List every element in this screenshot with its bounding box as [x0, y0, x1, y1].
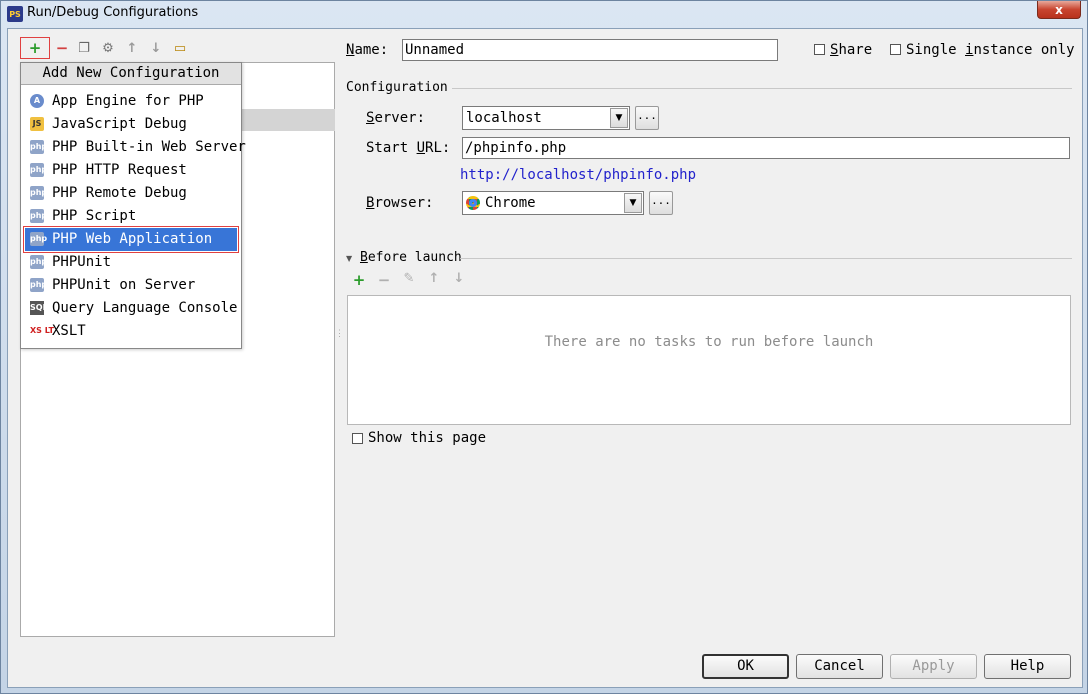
menu-item-php-web-application[interactable]: php PHP Web Application — [23, 226, 239, 253]
dialog-window: PS Run/Debug Configurations x + − ❐ ⚙ ↑ … — [0, 0, 1088, 694]
menu-item-label: PHP Script — [52, 208, 137, 224]
before-launch-task-list[interactable]: There are no tasks to run before launch — [347, 295, 1071, 425]
menu-item-label: PHPUnit — [52, 254, 112, 270]
menu-item-php-http-request[interactable]: php PHP HTTP Request — [25, 159, 237, 182]
menu-item-label: PHP HTTP Request — [52, 162, 187, 178]
server-combo[interactable]: localhost ▼ — [462, 106, 630, 130]
name-field[interactable]: Unnamed — [402, 39, 778, 61]
php-web-app-icon: php — [30, 232, 47, 246]
tree-selected-row[interactable] — [241, 109, 335, 131]
browser-combo[interactable]: Chrome ▼ — [462, 191, 644, 215]
php-script-icon: php — [30, 209, 47, 223]
chevron-down-icon[interactable]: ▼ — [610, 108, 628, 128]
browser-value: Chrome — [485, 195, 536, 211]
arrow-down-icon[interactable]: ↓ — [450, 271, 468, 286]
title-bar: PS Run/Debug Configurations x — [1, 1, 1087, 27]
php-http-icon: php — [30, 163, 47, 177]
browser-label: Browser: — [366, 195, 434, 211]
php-icon: php — [30, 140, 47, 154]
server-more-button[interactable]: ... — [635, 106, 659, 130]
menu-item-label: App Engine for PHP — [52, 93, 204, 109]
single-instance-checkbox[interactable] — [890, 44, 901, 55]
add-task-button[interactable]: + — [350, 271, 368, 289]
server-value: localhost — [466, 110, 542, 126]
share-checkbox[interactable] — [814, 44, 825, 55]
chevron-down-icon[interactable]: ▼ — [346, 254, 352, 263]
menu-item-php-builtin-server[interactable]: php PHP Built-in Web Server — [25, 136, 246, 159]
add-configuration-button[interactable]: + — [20, 37, 50, 59]
show-page-label[interactable]: Show this page — [368, 430, 486, 446]
start-url-field[interactable]: /phpinfo.php — [462, 137, 1070, 159]
xslt-icon: XS LT — [30, 326, 54, 335]
menu-item-phpunit[interactable]: php PHPUnit — [25, 251, 237, 274]
before-launch-header[interactable]: ▼ Before launch — [346, 250, 462, 265]
section-divider — [460, 258, 1072, 259]
phpstorm-icon: PS — [7, 6, 23, 22]
remove-configuration-button[interactable]: − — [52, 37, 72, 59]
menu-item-label: PHP Remote Debug — [52, 185, 187, 201]
folder-icon[interactable]: ▭ — [170, 37, 190, 59]
menu-item-app-engine[interactable]: A App Engine for PHP — [25, 90, 237, 113]
add-configuration-popup: Add New Configuration A App Engine for P… — [20, 62, 246, 349]
menu-item-phpunit-server[interactable]: php PHPUnit on Server — [25, 274, 237, 297]
help-button[interactable]: Help — [984, 654, 1071, 679]
menu-item-label: PHP Web Application — [52, 231, 213, 247]
edit-task-icon[interactable]: ✎ — [400, 271, 418, 286]
name-label: Name: — [346, 42, 389, 58]
menu-item-query-console[interactable]: SQL Query Language Console — [25, 297, 237, 320]
apply-button[interactable]: Apply — [890, 654, 977, 679]
ok-button[interactable]: OK — [702, 654, 789, 679]
cancel-button[interactable]: Cancel — [796, 654, 883, 679]
menu-item-label: XSLT — [52, 323, 86, 339]
phpunit-icon: php — [30, 255, 47, 269]
php-remote-debug-icon: php — [30, 186, 47, 200]
menu-item-javascript-debug[interactable]: JS JavaScript Debug — [25, 113, 237, 136]
server-label: Server: — [366, 110, 426, 126]
start-url-label: Start URL: — [366, 140, 451, 156]
share-label[interactable]: Share — [830, 42, 872, 58]
copy-icon[interactable]: ❐ — [74, 37, 94, 59]
javascript-debug-icon: JS — [30, 117, 44, 131]
splitter-handle[interactable]: ⋮ — [335, 329, 344, 343]
wrench-icon[interactable]: ⚙ — [98, 37, 118, 59]
arrow-up-icon[interactable]: ↑ — [122, 37, 142, 59]
menu-item-label: PHP Built-in Web Server — [52, 139, 246, 155]
menu-item-xslt[interactable]: XS LT XSLT — [25, 320, 237, 343]
resolved-url-link[interactable]: http://localhost/phpinfo.php — [460, 167, 696, 183]
phpunit-server-icon: php — [30, 278, 47, 292]
empty-tasks-text: There are no tasks to run before launch — [544, 334, 874, 350]
app-engine-icon: A — [30, 94, 44, 108]
remove-task-button[interactable]: − — [375, 271, 393, 289]
menu-item-php-script[interactable]: php PHP Script — [25, 205, 237, 228]
menu-item-label: JavaScript Debug — [52, 116, 187, 132]
chevron-down-icon[interactable]: ▼ — [624, 193, 642, 213]
menu-item-php-remote-debug[interactable]: php PHP Remote Debug — [25, 182, 237, 205]
menu-item-label: PHPUnit on Server — [52, 277, 196, 293]
close-button[interactable]: x — [1037, 1, 1081, 19]
console-icon: SQL — [30, 301, 48, 315]
window-title: Run/Debug Configurations — [27, 5, 199, 20]
popup-title: Add New Configuration — [21, 63, 241, 85]
browser-more-button[interactable]: ... — [649, 191, 673, 215]
arrow-up-icon[interactable]: ↑ — [425, 271, 443, 286]
menu-item-label: Query Language Console — [52, 300, 238, 316]
dialog-body: + − ❐ ⚙ ↑ ↓ ▭ Add New Configuration A Ap… — [7, 28, 1083, 688]
single-instance-label[interactable]: Single instance only — [906, 42, 1075, 58]
show-page-checkbox[interactable] — [352, 433, 363, 444]
chrome-icon — [466, 196, 480, 210]
section-divider — [452, 88, 1072, 89]
arrow-down-icon[interactable]: ↓ — [146, 37, 166, 59]
configuration-type-list: A App Engine for PHP JS JavaScript Debug… — [21, 85, 246, 343]
configuration-section-title: Configuration — [346, 80, 448, 95]
